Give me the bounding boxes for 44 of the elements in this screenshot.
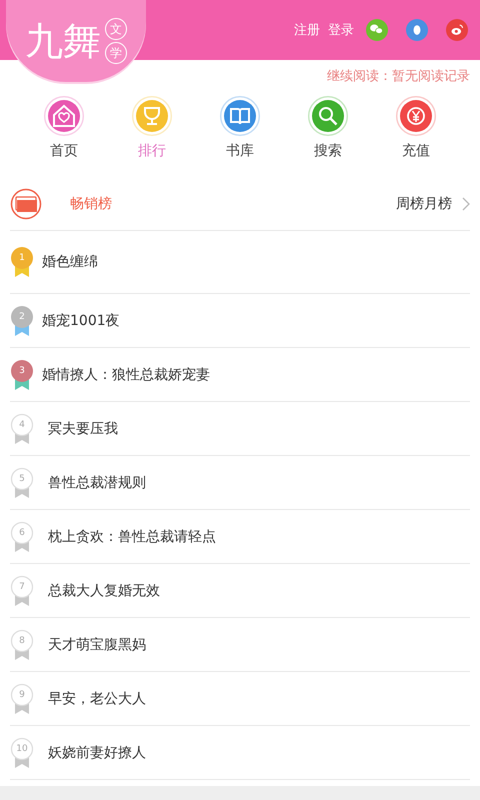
logo-badge-text: 文: [105, 18, 127, 40]
medal-outline-icon: [10, 682, 34, 714]
logo-text: 九舞: [25, 20, 101, 64]
section-title: 畅销榜: [70, 195, 112, 213]
rank-number: 2: [19, 310, 25, 322]
nav-tab[interactable]: 充值: [386, 96, 446, 174]
book-icon: [220, 96, 260, 136]
rank-number: 8: [19, 634, 25, 646]
rank-number: 5: [19, 472, 25, 484]
rank-number: 6: [19, 526, 25, 538]
book-title[interactable]: 冥夫要压我: [48, 420, 118, 438]
nav-tab[interactable]: 首页: [34, 96, 94, 174]
nav-tab[interactable]: 搜索: [298, 96, 358, 174]
medal-outline-icon: [10, 412, 34, 444]
rank-number: 10: [16, 742, 28, 754]
book-title[interactable]: 婚色缠绵: [42, 253, 98, 271]
medal-outline-icon: [10, 574, 34, 606]
medal-outline-icon: [10, 736, 34, 768]
yen-coin-icon: [396, 96, 436, 136]
rank-number: 7: [19, 580, 25, 592]
book-title[interactable]: 天才萌宝腹黑妈: [48, 636, 146, 654]
book-title[interactable]: 枕上贪欢：兽性总裁请轻点: [48, 528, 216, 546]
rank-number: 4: [19, 418, 25, 430]
book-title[interactable]: 婚宠1001夜: [42, 312, 120, 330]
book-title[interactable]: 早安，老公大人: [48, 690, 146, 708]
book-title[interactable]: 婚情撩人：狼性总裁娇宠妻: [42, 366, 210, 384]
logo-badge-text: 学: [105, 42, 127, 64]
search-icon: [308, 96, 348, 136]
medal-outline-icon: [10, 520, 34, 552]
chat-bubbles-icon[interactable]: [366, 19, 388, 41]
nav-tab[interactable]: 书库: [210, 96, 270, 174]
trophy-icon: [132, 96, 172, 136]
eye-logo-icon[interactable]: [446, 19, 468, 41]
cards-icon: [10, 188, 42, 220]
rank-number: 3: [19, 364, 25, 376]
rank-number: 1: [19, 252, 25, 264]
book-title[interactable]: 妖娆前妻好撩人: [48, 744, 146, 762]
chevron-icon: [462, 197, 470, 211]
book-title[interactable]: 总裁大人复婚无效: [48, 582, 160, 600]
medal-outline-icon: [10, 466, 34, 498]
book-title[interactable]: 兽性总裁潜规则: [48, 474, 146, 492]
period-link[interactable]: 周榜月榜: [396, 195, 452, 213]
medal-outline-icon: [10, 628, 34, 660]
rank-number: 9: [19, 688, 25, 700]
